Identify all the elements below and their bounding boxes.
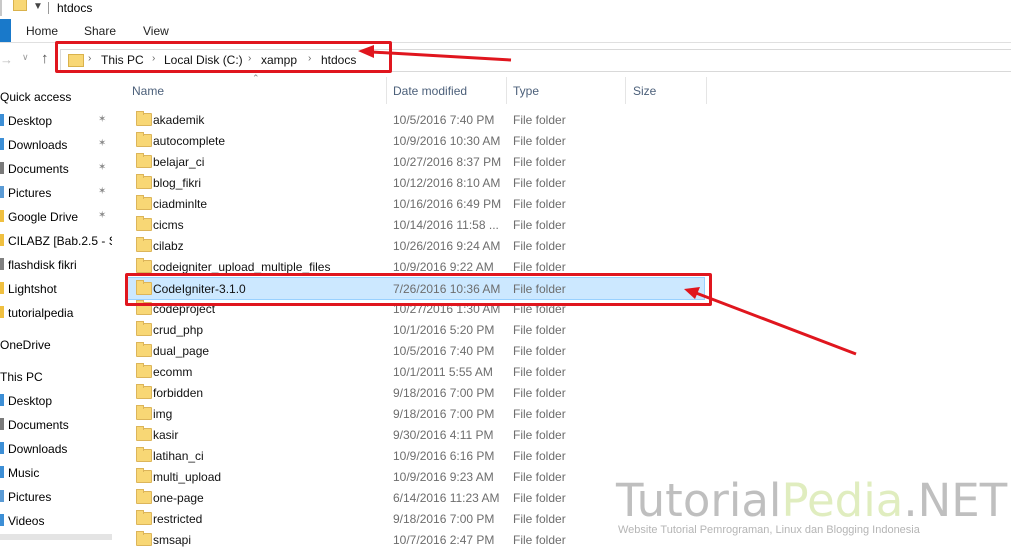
annotation-arrowhead xyxy=(358,45,374,58)
watermark-logo: TutorialPedia.NET xyxy=(616,474,1007,527)
annotation-arrow-line xyxy=(695,291,857,356)
watermark-part-1: Tutorial xyxy=(616,474,782,527)
annotation-arrows xyxy=(358,45,857,356)
watermark-part-3: .NET xyxy=(903,474,1008,527)
annotation-arrow-line xyxy=(371,50,512,62)
watermark-subtitle: Website Tutorial Pemrograman, Linux dan … xyxy=(618,524,920,536)
watermark-part-2: Pedia xyxy=(781,474,904,527)
